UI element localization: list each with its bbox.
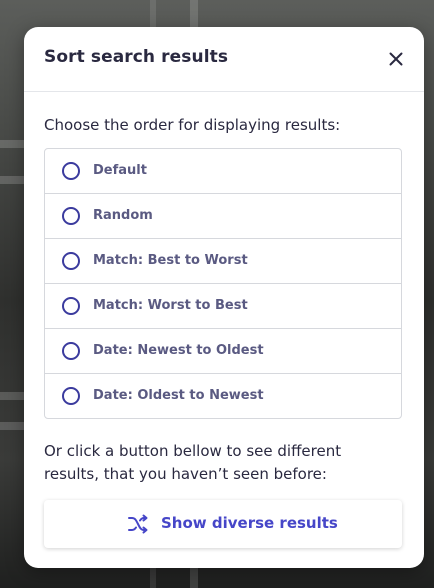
info-line: results, that you haven’t seen before: (44, 465, 327, 483)
sort-option-label: Match: Worst to Best (93, 298, 248, 313)
diverse-info-text: Or click a button bellow to see differen… (44, 440, 394, 486)
radio-button[interactable] (62, 342, 80, 360)
sort-option-label: Match: Best to Worst (93, 253, 248, 268)
sort-prompt: Choose the order for displaying results: (44, 116, 341, 134)
sort-option-label: Date: Oldest to Newest (93, 388, 264, 403)
show-diverse-results-label: Show diverse results (161, 514, 338, 532)
close-button[interactable] (384, 47, 408, 71)
sort-option-date-oldest-newest[interactable]: Date: Oldest to Newest (45, 374, 401, 418)
sort-options-list: Default Random Match: Best to Worst Matc… (44, 148, 402, 419)
show-diverse-results-button[interactable]: Show diverse results (44, 500, 402, 548)
sort-option-date-newest-oldest[interactable]: Date: Newest to Oldest (45, 329, 401, 374)
dialog-header: Sort search results (24, 27, 424, 92)
info-line: Or click a button bellow to see differen… (44, 442, 342, 460)
sort-option-match-worst-best[interactable]: Match: Worst to Best (45, 284, 401, 329)
shuffle-icon (128, 514, 148, 534)
sort-option-match-best-worst[interactable]: Match: Best to Worst (45, 239, 401, 284)
dialog-title: Sort search results (44, 47, 229, 67)
sort-option-random[interactable]: Random (45, 194, 401, 239)
radio-button[interactable] (62, 207, 80, 225)
sort-dialog: Sort search results Choose the order for… (24, 27, 424, 568)
sort-option-default[interactable]: Default (45, 149, 401, 194)
radio-button[interactable] (62, 387, 80, 405)
backdrop-band (0, 176, 24, 184)
backdrop-band (0, 422, 24, 430)
sort-option-label: Random (93, 208, 153, 223)
sort-option-label: Date: Newest to Oldest (93, 343, 264, 358)
sort-option-label: Default (93, 163, 147, 178)
radio-button[interactable] (62, 162, 80, 180)
radio-button[interactable] (62, 252, 80, 270)
radio-button[interactable] (62, 297, 80, 315)
close-icon (389, 52, 403, 66)
